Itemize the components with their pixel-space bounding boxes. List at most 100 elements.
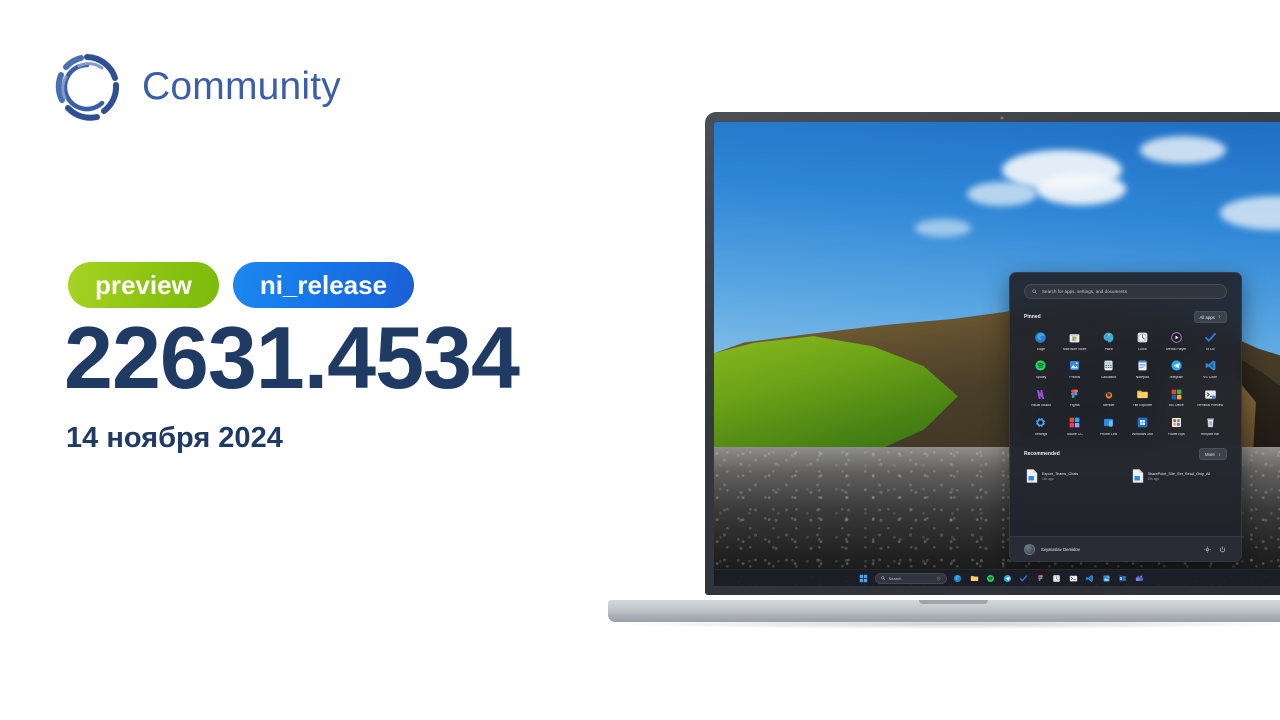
spotify-icon: [1033, 358, 1048, 373]
user-name: Svyatoslav Demidov: [1041, 546, 1080, 552]
pinned-app-figma[interactable]: Figma: [1058, 387, 1092, 408]
paint-icon: [1101, 330, 1116, 345]
badge-ni-release[interactable]: ni_release: [232, 262, 415, 308]
taskbar-app-photos[interactable]: [1101, 573, 1112, 584]
taskbar-app-telegram[interactable]: [1002, 573, 1013, 584]
user-avatar[interactable]: [1024, 543, 1035, 555]
pinned-app-file-explorer[interactable]: File Explorer: [1125, 387, 1159, 408]
pinned-app-label: Blender: [1102, 404, 1115, 408]
taskbar-app-clock[interactable]: [1051, 573, 1062, 584]
recommended-item-time: 14h ago: [1042, 476, 1054, 481]
pinned-app-visual-studio[interactable]: Visual Studio: [1024, 387, 1058, 408]
start-menu-search-input[interactable]: Search for apps, settings, and documents: [1024, 284, 1227, 299]
taskbar-app-file-explorer[interactable]: [969, 573, 980, 584]
pinned-app-label: Photos: [1069, 375, 1081, 379]
pinned-app-phone-link[interactable]: Phone Link: [1092, 415, 1126, 436]
figma-icon: [1067, 387, 1082, 402]
calculator-icon: [1101, 358, 1116, 373]
pinned-app-label: Spotify: [1035, 375, 1047, 379]
taskbar-app-figma[interactable]: [1035, 573, 1046, 584]
taskbar-app-spotify[interactable]: [985, 573, 996, 584]
visual-studio-icon: [1033, 387, 1048, 402]
release-date: 14 ноября 2024: [66, 422, 283, 454]
pinned-app-ms-office[interactable]: MS Office: [1159, 387, 1193, 408]
recommended-item-time: 19h ago: [1147, 476, 1160, 481]
taskbar-app-to-do[interactable]: [1018, 573, 1029, 584]
pinned-app-label: PowerToys: [1167, 432, 1185, 436]
pinned-app-label: Media Player: [1166, 347, 1187, 351]
build-number: 22631.4534: [64, 308, 520, 407]
pinned-app-label: MS Office: [1168, 404, 1184, 408]
pinned-app-notepad[interactable]: Notepad: [1125, 358, 1159, 379]
badge-preview[interactable]: preview: [68, 262, 219, 308]
pinned-app-recycle-bin[interactable]: Recycle Bin: [1193, 415, 1227, 436]
copilot-icon[interactable]: [936, 576, 941, 581]
windows-start-icon[interactable]: [858, 573, 869, 584]
taskbar-app-vs-code[interactable]: [1084, 573, 1095, 584]
taskbar-app-outlook[interactable]: [1117, 573, 1128, 584]
pinned-app-adobe-cc[interactable]: Adobe CC: [1058, 415, 1092, 436]
pinned-app-windows-365[interactable]: Windows 365: [1125, 415, 1159, 436]
adobe-cc-icon: [1067, 415, 1082, 430]
pinned-app-edge[interactable]: Edge: [1024, 330, 1058, 351]
pinned-app-calculator[interactable]: Calculator: [1092, 358, 1126, 379]
webcam-dot-icon: [999, 116, 1004, 120]
pinned-app-vs-code[interactable]: VS Code: [1193, 358, 1227, 379]
taskbar-app-edge[interactable]: [952, 573, 963, 584]
pinned-app-label: Phone Link: [1099, 432, 1118, 436]
to-do-icon: [1203, 330, 1218, 345]
pinned-app-label: Notepad: [1135, 375, 1150, 379]
recommended-item[interactable]: SharePoint_Site_Set_Read_Only_All 19h ag…: [1130, 467, 1228, 485]
photos-icon: [1067, 358, 1082, 373]
pinned-app-microsoft-store[interactable]: Microsoft Store: [1058, 330, 1092, 351]
pinned-app-powertoys[interactable]: PowerToys: [1159, 415, 1193, 436]
pinned-app-settings[interactable]: Settings: [1024, 415, 1058, 436]
pinned-app-photos[interactable]: Photos: [1058, 358, 1092, 379]
pinned-app-label: Settings: [1034, 432, 1048, 436]
pinned-app-label: To Do: [1205, 347, 1215, 351]
pinned-app-blender[interactable]: Blender: [1092, 387, 1126, 408]
brand-header: Community: [52, 52, 341, 122]
all-apps-button[interactable]: All apps: [1193, 311, 1227, 323]
blender-icon: [1101, 387, 1116, 402]
pinned-app-paint[interactable]: Paint: [1092, 330, 1126, 351]
pinned-app-label: Figma: [1069, 404, 1080, 408]
pinned-app-terminal-preview[interactable]: Terminal Preview: [1193, 387, 1227, 408]
pinned-app-label: Telegram: [1169, 375, 1184, 379]
document-file-icon: [1026, 469, 1038, 484]
taskbar-search-label: Search: [888, 575, 902, 581]
taskbar-app-terminal[interactable]: [1068, 573, 1079, 584]
release-announcement-page: Community preview ni_release 22631.4534 …: [0, 0, 1280, 720]
chevron-right-icon: [1218, 452, 1221, 456]
recommended-item-name: SharePoint_Site_Set_Read_Only_All: [1147, 472, 1211, 477]
taskbar-app-teams[interactable]: [1134, 573, 1145, 584]
recommended-items: Export_Teams_Chats 14h ago SharePoint_Si…: [1024, 467, 1227, 485]
recommended-item-name: Export_Teams_Chats: [1042, 472, 1079, 477]
powertoys-icon: [1169, 415, 1184, 430]
taskbar-search-box[interactable]: Search: [874, 572, 947, 584]
pinned-app-media-player[interactable]: Media Player: [1159, 330, 1193, 351]
pinned-app-to-do[interactable]: To Do: [1193, 330, 1227, 351]
phone-link-icon: [1101, 415, 1116, 430]
pinned-app-label: Recycle Bin: [1200, 432, 1220, 436]
more-button[interactable]: More: [1199, 448, 1227, 461]
pinned-app-label: Microsoft Store: [1062, 347, 1087, 351]
pinned-app-telegram[interactable]: Telegram: [1159, 358, 1193, 379]
pinned-section-header: Pinned All apps: [1024, 311, 1227, 323]
file-explorer-icon: [1135, 387, 1150, 402]
notepad-icon: [1135, 358, 1150, 373]
settings-gear-icon[interactable]: [1203, 545, 1212, 554]
ms-office-icon: [1169, 387, 1184, 402]
pinned-app-label: Clock: [1138, 347, 1147, 351]
pinned-app-label: Terminal Preview: [1196, 404, 1224, 408]
community-circle-c-logo-icon: [52, 52, 122, 122]
start-menu-search-placeholder: Search for apps, settings, and documents: [1042, 289, 1128, 294]
pinned-title: Pinned: [1024, 314, 1041, 320]
recommended-item[interactable]: Export_Teams_Chats 14h ago: [1024, 467, 1122, 485]
power-icon[interactable]: [1218, 545, 1227, 554]
pinned-app-label: Windows 365: [1131, 432, 1153, 436]
document-file-icon: [1132, 469, 1143, 484]
pinned-app-spotify[interactable]: Spotify: [1024, 358, 1058, 379]
pinned-app-clock[interactable]: Clock: [1125, 330, 1159, 351]
windows-365-icon: [1135, 415, 1150, 430]
